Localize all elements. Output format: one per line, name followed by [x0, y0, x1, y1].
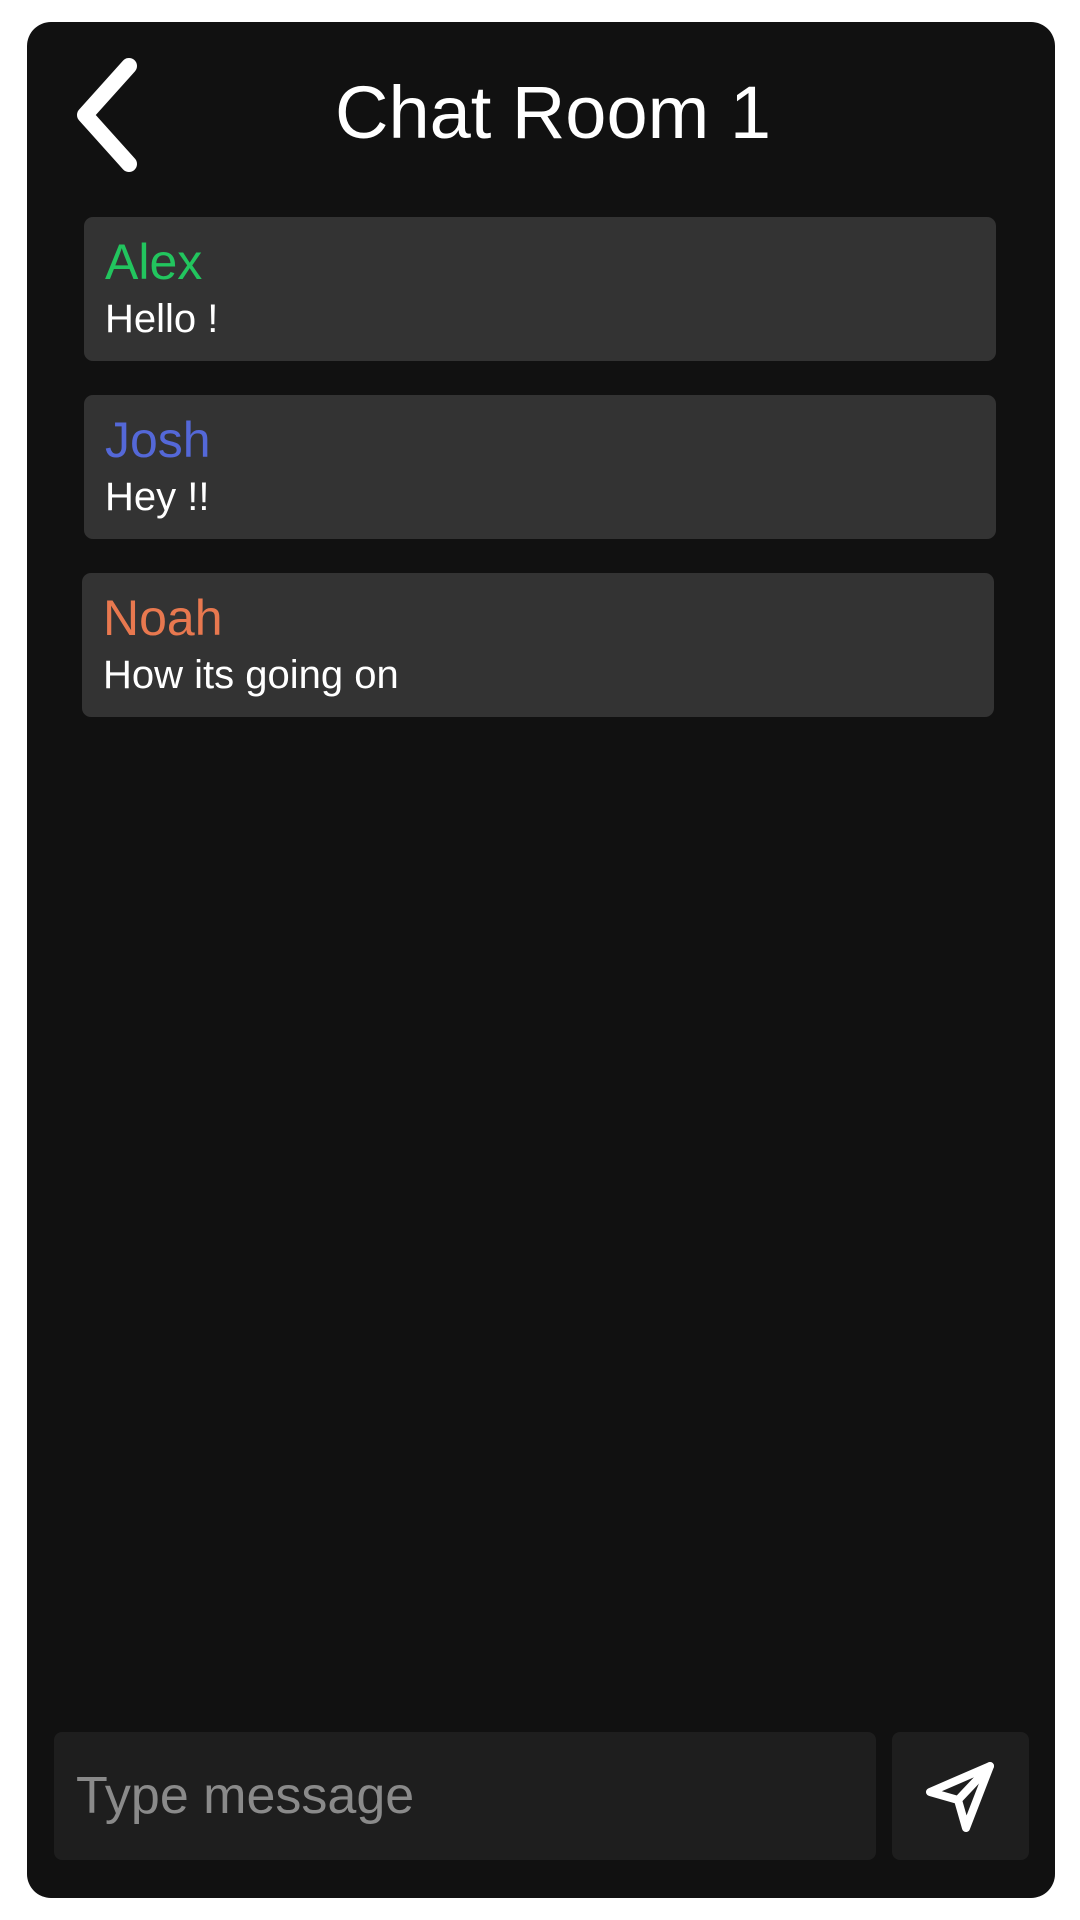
message-composer [54, 1732, 876, 1860]
message-sender: Noah [103, 590, 223, 646]
message-item: Josh Hey !! [84, 395, 996, 539]
message-item: Noah How its going on [82, 573, 994, 717]
message-text: Hello ! [105, 297, 219, 341]
chat-header: Chat Room 1 [27, 22, 1055, 182]
send-arrow-icon [926, 1762, 994, 1832]
message-sender: Josh [105, 412, 211, 468]
message-text: How its going on [103, 653, 399, 697]
message-item: Alex Hello ! [84, 217, 996, 361]
message-list: Alex Hello ! Josh Hey !! Noah How its go… [82, 217, 996, 751]
send-button[interactable] [892, 1732, 1029, 1860]
message-text: Hey !! [105, 475, 210, 519]
message-sender: Alex [105, 234, 203, 290]
page-title: Chat Room 1 [335, 71, 771, 154]
chat-screen: Chat Room 1 Alex Hello ! Josh Hey !! Noa… [27, 22, 1055, 1898]
message-input[interactable] [54, 1732, 876, 1860]
